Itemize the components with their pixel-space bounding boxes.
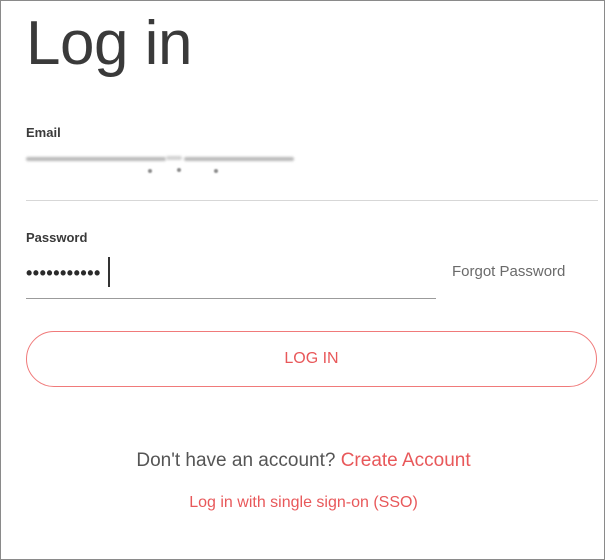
page-title: Log in (26, 9, 192, 78)
text-caret (108, 257, 110, 287)
password-field-underline (26, 298, 436, 299)
obscured-email-text (184, 157, 294, 161)
forgot-password-link[interactable]: Forgot Password (452, 263, 565, 280)
create-account-link[interactable]: Create Account (341, 450, 471, 471)
signup-prompt-text: Don't have an account? (136, 450, 336, 471)
login-button[interactable]: LOG IN (26, 331, 597, 387)
obscured-email-text (214, 169, 218, 173)
email-label: Email (26, 125, 61, 140)
sso-login-link[interactable]: Log in with single sign-on (SSO) (1, 494, 606, 512)
obscured-email-text (26, 157, 166, 161)
password-field[interactable]: ••••••••••• (26, 263, 101, 283)
obscured-email-text (148, 169, 152, 173)
password-label: Password (26, 230, 88, 245)
email-field[interactable] (26, 151, 316, 179)
login-panel: Log in Email Password ••••••••••• Forgot… (0, 0, 605, 560)
signup-prompt-line: Don't have an account? Create Account (1, 450, 606, 472)
obscured-email-text (166, 156, 182, 160)
email-field-underline (26, 200, 598, 201)
obscured-email-text (177, 168, 181, 172)
